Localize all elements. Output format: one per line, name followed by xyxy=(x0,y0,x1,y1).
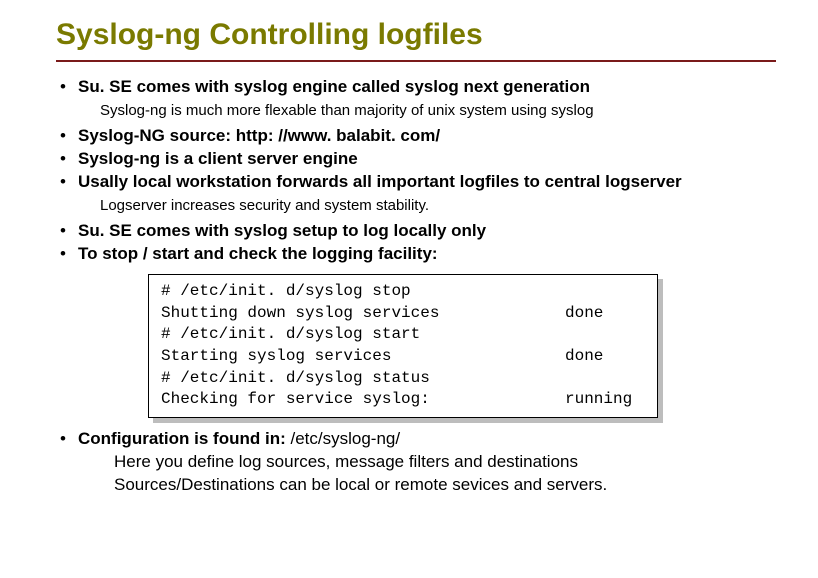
code-line: # /etc/init. d/syslog status xyxy=(161,368,565,390)
bullet-6: To stop / start and check the logging fa… xyxy=(78,243,776,266)
code-block: # /etc/init. d/syslog stop Shutting down… xyxy=(148,274,658,418)
bullet-7-sub1: Here you define log sources, message fil… xyxy=(114,451,776,474)
code-line: Shutting down syslog services xyxy=(161,303,565,325)
bullet-3: Syslog-ng is a client server engine xyxy=(78,148,776,171)
bullet-dot: • xyxy=(56,76,78,99)
bullet-5: Su. SE comes with syslog setup to log lo… xyxy=(78,220,776,243)
bullet-7: Configuration is found in: /etc/syslog-n… xyxy=(78,428,776,451)
code-status: done xyxy=(565,346,645,368)
code-line: Checking for service syslog: xyxy=(161,389,565,411)
slide-content: • Su. SE comes with syslog engine called… xyxy=(56,76,776,497)
bullet-2: Syslog-NG source: http: //www. balabit. … xyxy=(78,125,776,148)
bullet-dot: • xyxy=(56,148,78,171)
bullet-4: Usally local workstation forwards all im… xyxy=(78,171,776,194)
code-status: done xyxy=(565,303,645,325)
bullet-7-sub2: Sources/Destinations can be local or rem… xyxy=(114,474,776,497)
bullet-dot: • xyxy=(56,171,78,194)
bullet-dot: • xyxy=(56,243,78,266)
code-line: # /etc/init. d/syslog stop xyxy=(161,281,565,303)
bullet-7-label: Configuration is found in: xyxy=(78,429,290,448)
bullet-1-sub: Syslog-ng is much more flexable than maj… xyxy=(100,101,776,121)
code-status: running xyxy=(565,389,645,411)
code-line: # /etc/init. d/syslog start xyxy=(161,324,565,346)
bullet-1: Su. SE comes with syslog engine called s… xyxy=(78,76,776,99)
bullet-4-sub: Logserver increases security and system … xyxy=(100,196,776,216)
code-line: Starting syslog services xyxy=(161,346,565,368)
bullet-dot: • xyxy=(56,220,78,243)
bullet-7-path: /etc/syslog-ng/ xyxy=(290,429,400,448)
bullet-dot: • xyxy=(56,125,78,148)
bullet-dot: • xyxy=(56,428,78,451)
slide-title: Syslog-ng Controlling logfiles xyxy=(56,18,776,62)
